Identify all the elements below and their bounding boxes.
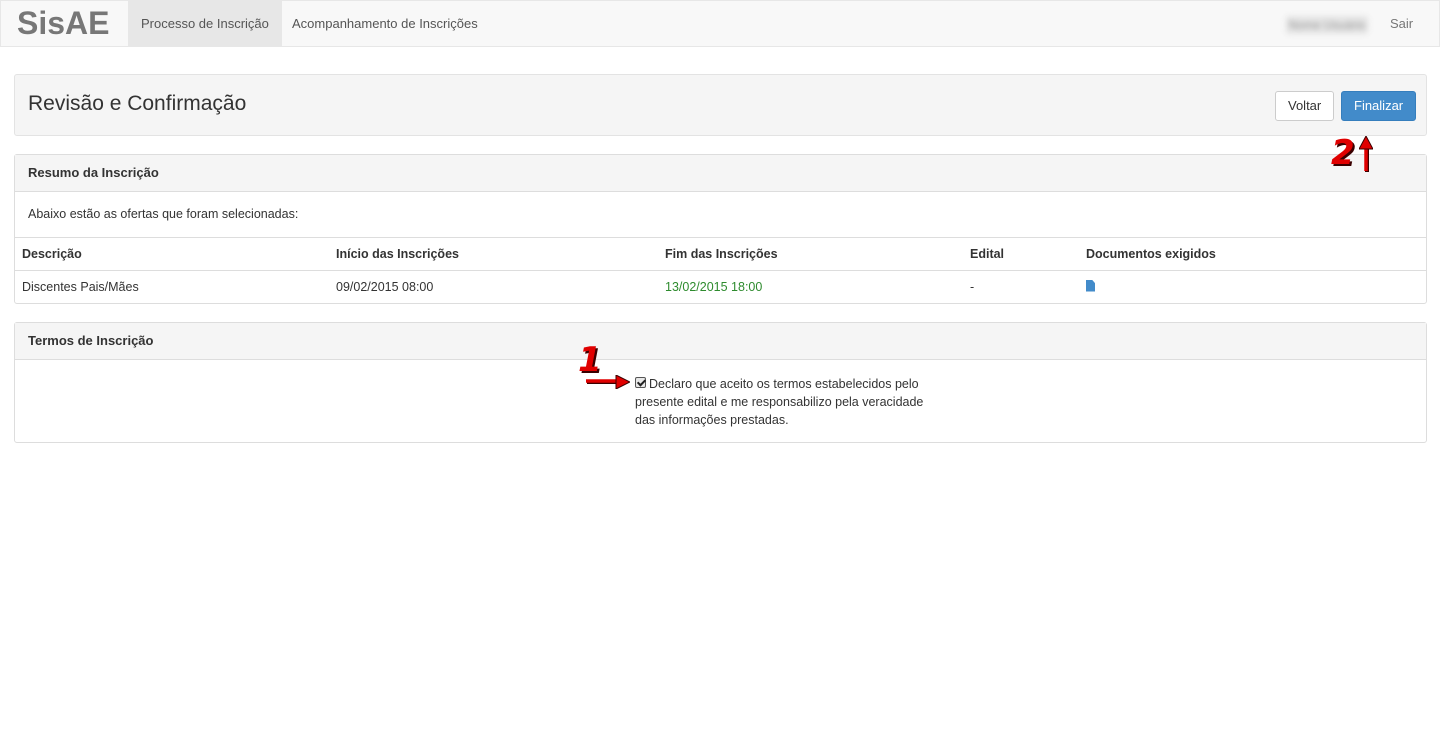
col-documentos: Documentos exigidos — [1086, 238, 1426, 271]
summary-panel: Resumo da Inscrição Abaixo estão as ofer… — [14, 154, 1427, 304]
annotation-arrow-right-icon — [586, 375, 630, 389]
summary-heading: Resumo da Inscrição — [15, 155, 1426, 192]
cell-documentos — [1086, 271, 1426, 304]
col-edital: Edital — [970, 238, 1086, 271]
brand-logo[interactable]: SisAE — [17, 5, 109, 42]
file-icon[interactable] — [1086, 279, 1095, 292]
cell-fim: 13/02/2015 18:00 — [665, 280, 763, 294]
top-navbar: SisAE Processo de Inscrição Acompanhamen… — [0, 0, 1440, 47]
col-descricao: Descrição — [15, 238, 336, 271]
annotation-step-1: 1 — [578, 340, 602, 380]
accept-terms-label[interactable]: Declaro que aceito os termos estabelecid… — [635, 375, 935, 429]
finish-button[interactable]: Finalizar — [1341, 91, 1417, 121]
cell-descricao: Discentes Pais/Mães — [22, 280, 139, 294]
terms-heading: Termos de Inscrição — [15, 323, 1426, 360]
annotation-arrow-up-icon — [1359, 136, 1373, 172]
col-inicio: Início das Inscrições — [336, 238, 665, 271]
user-name-blurred[interactable]: Nome Usuário — [1286, 16, 1368, 34]
cell-inicio: 09/02/2015 08:00 — [336, 280, 434, 294]
offers-table: Descrição Início das Inscrições Fim das … — [15, 238, 1426, 303]
terms-body: Declaro que aceito os termos estabelecid… — [15, 360, 1426, 442]
col-fim: Fim das Inscrições — [665, 238, 970, 271]
annotation-step-2: 2 — [1331, 133, 1355, 173]
table-row: Discentes Pais/Mães 09/02/2015 08:00 13/… — [15, 271, 1426, 304]
terms-panel: Termos de Inscrição Declaro que aceito o… — [14, 322, 1427, 443]
cell-edital: - — [970, 280, 975, 294]
page-header-panel: Revisão e Confirmação Voltar Finalizar — [14, 74, 1427, 136]
table-header-row: Descrição Início das Inscrições Fim das … — [15, 238, 1426, 271]
nav-acompanhamento-inscricoes[interactable]: Acompanhamento de Inscrições — [279, 1, 491, 46]
summary-intro: Abaixo estão as ofertas que foram seleci… — [15, 192, 1426, 238]
logout-link[interactable]: Sair — [1377, 1, 1426, 46]
back-button[interactable]: Voltar — [1275, 91, 1335, 121]
nav-processo-inscricao[interactable]: Processo de Inscrição — [128, 1, 282, 46]
page-title: Revisão e Confirmação — [28, 92, 247, 115]
